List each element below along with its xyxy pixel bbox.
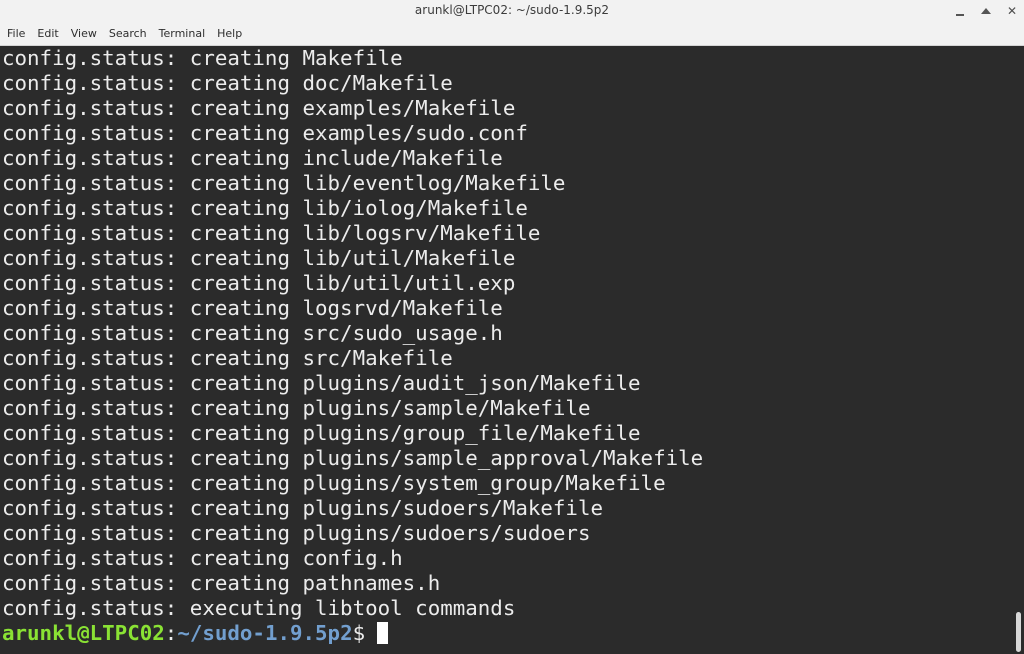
menu-terminal[interactable]: Terminal (153, 27, 212, 40)
menu-search[interactable]: Search (103, 27, 153, 40)
output-line: config.status: creating config.h (2, 546, 403, 570)
title-bar[interactable]: arunkl@LTPC02: ~/sudo-1.9.5p2 ✕ (0, 0, 1024, 22)
prompt-user-host: arunkl@LTPC02 (2, 621, 165, 645)
output-line: config.status: creating lib/iolog/Makefi… (2, 196, 528, 220)
output-line: config.status: creating src/sudo_usage.h (2, 321, 503, 345)
prompt-line[interactable]: arunkl@LTPC02:~/sudo-1.9.5p2$ (2, 621, 389, 646)
output-line: config.status: creating plugins/sudoers/… (2, 496, 603, 520)
output-line: config.status: creating src/Makefile (2, 346, 453, 370)
menu-help[interactable]: Help (211, 27, 248, 40)
output-line: config.status: creating plugins/sample_a… (2, 446, 704, 470)
menu-edit[interactable]: Edit (31, 27, 64, 40)
output-line: config.status: creating Makefile (2, 46, 403, 70)
output-line: config.status: creating examples/sudo.co… (2, 121, 528, 145)
output-line: config.status: creating doc/Makefile (2, 71, 453, 95)
output-line: config.status: creating pathnames.h (2, 571, 441, 595)
output-line: config.status: creating plugins/group_fi… (2, 421, 641, 445)
maximize-button[interactable] (977, 2, 995, 20)
prompt-dollar: $ (352, 621, 366, 645)
output-line: config.status: creating lib/eventlog/Mak… (2, 171, 566, 195)
text-cursor (377, 621, 389, 644)
output-line: config.status: executing libtool command… (2, 596, 516, 620)
prompt-colon: : (164, 621, 178, 645)
output-line: config.status: creating examples/Makefil… (2, 96, 516, 120)
maximize-icon (981, 8, 991, 14)
output-line: config.status: creating plugins/sample/M… (2, 396, 591, 420)
output-line: config.status: creating lib/util/util.ex… (2, 271, 516, 295)
minimize-icon (956, 14, 964, 16)
menu-view[interactable]: View (65, 27, 103, 40)
scrollbar-thumb[interactable] (1016, 612, 1021, 652)
close-icon: ✕ (1006, 4, 1018, 18)
output-line: config.status: creating lib/util/Makefil… (2, 246, 516, 270)
prompt-path: ~/sudo-1.9.5p2 (177, 621, 353, 645)
output-line: config.status: creating plugins/sudoers/… (2, 521, 591, 545)
terminal-window: arunkl@LTPC02: ~/sudo-1.9.5p2 ✕ File Edi… (0, 0, 1024, 654)
terminal-output[interactable]: config.status: creating Makefile config.… (0, 46, 1014, 654)
menu-file[interactable]: File (0, 27, 31, 40)
window-title: arunkl@LTPC02: ~/sudo-1.9.5p2 (414, 3, 610, 17)
output-line: config.status: creating plugins/system_g… (2, 471, 666, 495)
output-line: config.status: creating include/Makefile (2, 146, 503, 170)
output-line: config.status: creating lib/logsrv/Makef… (2, 221, 541, 245)
menu-bar: File Edit View Search Terminal Help (0, 22, 1024, 46)
output-line: config.status: creating plugins/audit_js… (2, 371, 641, 395)
output-line: config.status: creating logsrvd/Makefile (2, 296, 503, 320)
minimize-button[interactable] (951, 2, 969, 20)
close-button[interactable]: ✕ (1003, 2, 1021, 20)
vertical-scrollbar[interactable] (1014, 46, 1024, 654)
